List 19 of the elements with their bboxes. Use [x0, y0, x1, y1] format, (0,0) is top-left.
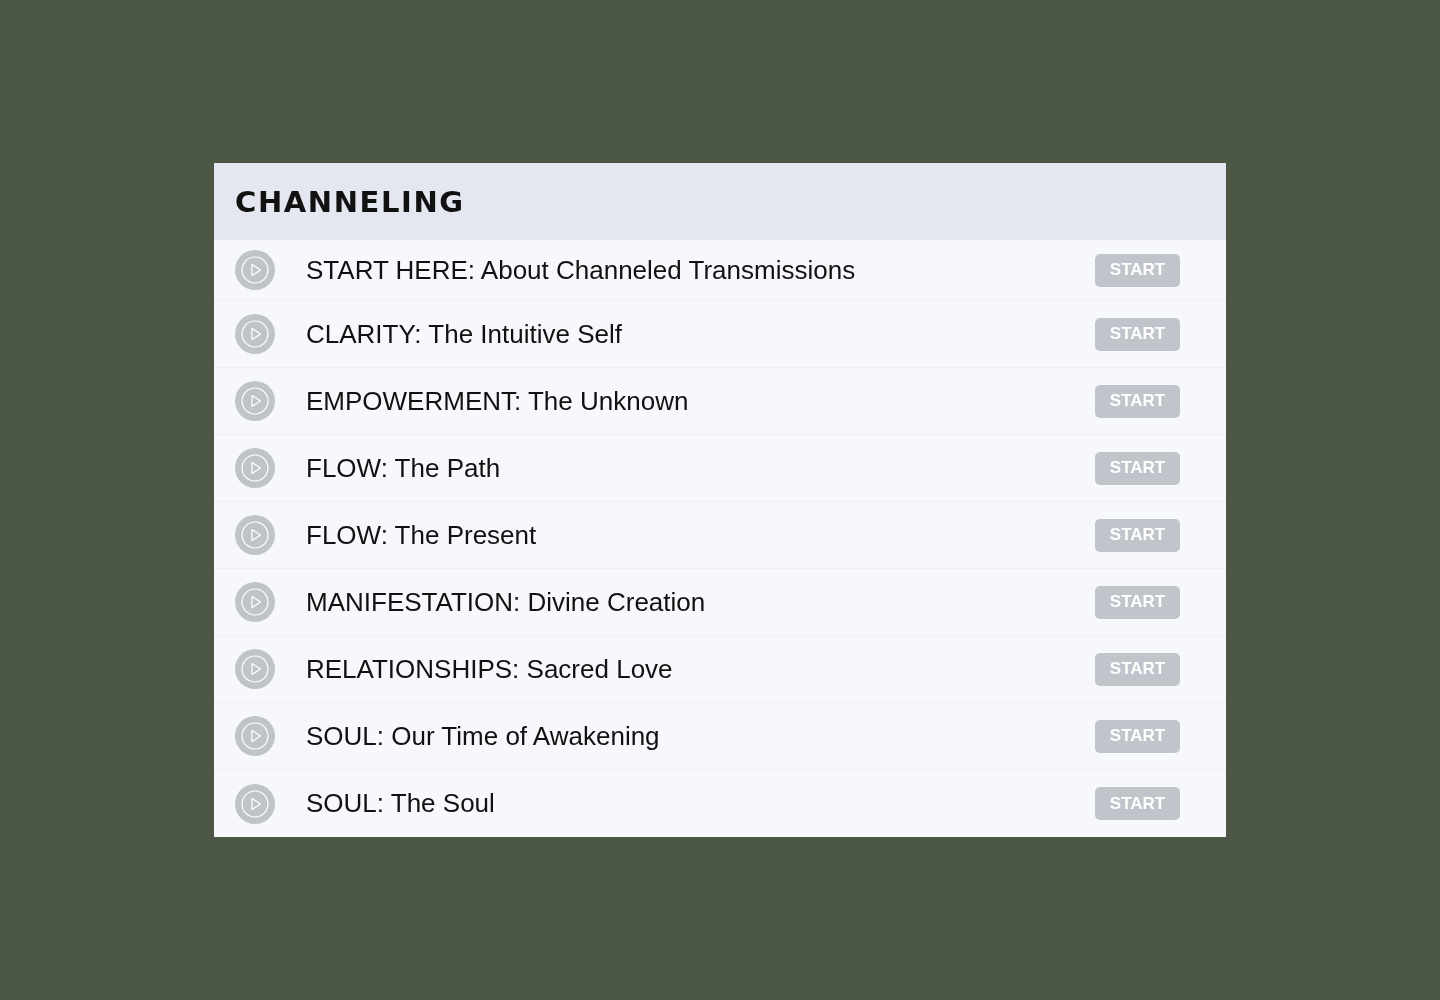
lesson-title[interactable]: START HERE: About Channeled Transmissions — [306, 254, 1095, 286]
lesson-title[interactable]: EMPOWERMENT: The Unknown — [306, 385, 1095, 417]
play-icon[interactable] — [235, 515, 275, 555]
lesson-title[interactable]: SOUL: Our Time of Awakening — [306, 720, 1095, 752]
play-icon[interactable] — [235, 314, 275, 354]
play-icon[interactable] — [235, 783, 275, 824]
play-icon[interactable] — [235, 649, 275, 689]
lesson-title[interactable]: SOUL: The Soul — [306, 788, 1095, 819]
play-icon[interactable] — [235, 582, 275, 622]
play-icon[interactable] — [235, 448, 275, 488]
lesson-title[interactable]: RELATIONSHIPS: Sacred Love — [306, 653, 1095, 685]
section-title: CHANNELING — [235, 184, 465, 219]
lesson-title[interactable]: MANIFESTATION: Divine Creation — [306, 586, 1095, 618]
play-icon[interactable] — [235, 250, 275, 290]
play-icon[interactable] — [235, 381, 275, 421]
lesson-title[interactable]: FLOW: The Path — [306, 452, 1095, 484]
lesson-title[interactable]: CLARITY: The Intuitive Self — [306, 318, 1095, 350]
play-icon[interactable] — [235, 716, 275, 756]
lesson-title[interactable]: FLOW: The Present — [306, 519, 1095, 551]
